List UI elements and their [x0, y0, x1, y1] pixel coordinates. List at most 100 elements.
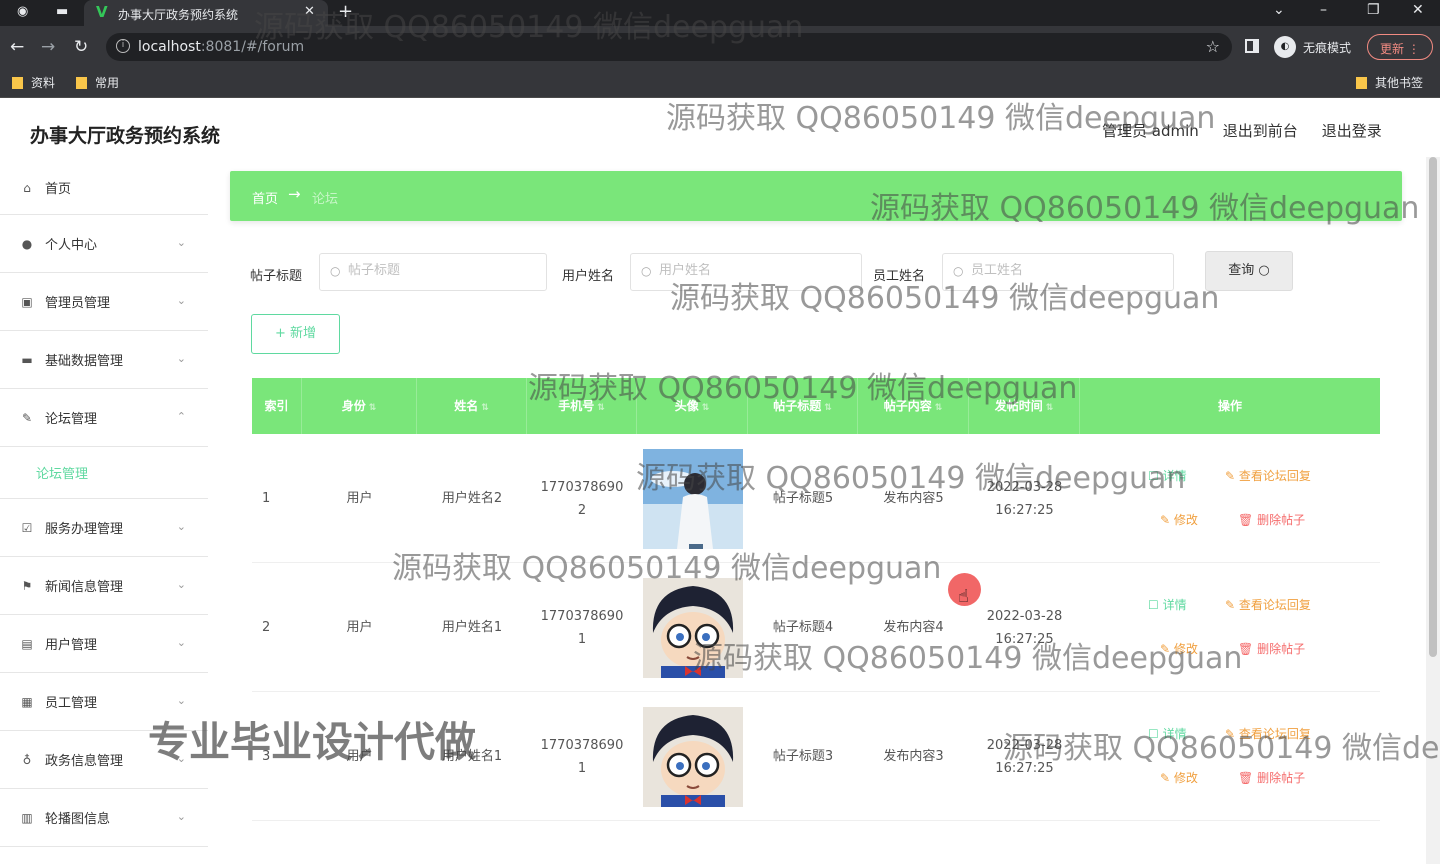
bookmark-folder-ziliao[interactable]: 资料 [12, 74, 55, 91]
view-replies-button[interactable]: ✎ 查看论坛回复 [1225, 725, 1311, 742]
th-label: 帖子标题 [773, 399, 822, 413]
sort-icon[interactable]: ⇅ [935, 403, 943, 413]
cell-title: 帖子标题3 [772, 749, 834, 764]
back-arrow-icon[interactable]: ← [10, 37, 24, 57]
time-clock: 16:27:25 [995, 631, 1054, 647]
delete-label: 删除帖子 [1257, 771, 1306, 785]
browser-tab[interactable]: V 办事大厅政务预约系统 ✕ [84, 0, 328, 26]
table-header: 索引 身份 ⇅ 姓名 ⇅ 手机号 ⇅ 头像 ⇅ 帖子标题 ⇅ 帖子内容 ⇅ 发帖时间 ⇅ 操作 [252, 378, 1380, 434]
restore-icon[interactable]: ❐ [1367, 2, 1380, 18]
sidebar-item-news[interactable]: ⚑ 新闻信息管理 ⌄ [0, 557, 208, 615]
edit-button[interactable]: ✎ 修改 [1160, 769, 1198, 786]
sort-icon[interactable]: ⇅ [702, 403, 710, 413]
forward-arrow-icon[interactable]: → [41, 37, 55, 57]
cell-content: 发布内容5 [883, 491, 944, 506]
add-button[interactable]: + 新增 [251, 314, 340, 354]
delete-button[interactable]: 🗑 删除帖子 [1238, 511, 1305, 528]
bookmark-star-icon[interactable]: ☆ [1206, 37, 1220, 56]
user-search-input[interactable] [659, 263, 839, 278]
detail-button[interactable]: ☐ 详情 [1148, 467, 1187, 484]
cell-avatar [637, 692, 748, 821]
window-close-icon[interactable]: ✕ [1412, 2, 1424, 18]
incognito-label: 无痕模式 [1303, 41, 1352, 55]
sort-icon[interactable]: ⇅ [481, 403, 489, 413]
update-label: 更新 [1380, 42, 1405, 56]
detail-label: 详情 [1162, 469, 1187, 483]
sidebar-item-users[interactable]: ▤ 用户管理 ⌄ [0, 615, 208, 673]
cell-time: 2022-03-28 16:27:25 [969, 563, 1080, 692]
th-actions: 操作 [1080, 378, 1380, 434]
logout-link[interactable]: 退出登录 [1322, 120, 1382, 141]
staff-search-field[interactable]: ○ [942, 253, 1174, 291]
other-bookmarks[interactable]: 其他书签 [1356, 74, 1423, 91]
delete-label: 删除帖子 [1257, 642, 1306, 656]
th-avatar[interactable]: 头像 ⇅ [637, 378, 748, 434]
tab-close-icon[interactable]: ✕ [304, 4, 315, 19]
minimize-icon[interactable]: – [1320, 2, 1327, 18]
update-button[interactable]: 更新 ⋮ [1367, 34, 1433, 60]
sidebar-item-service[interactable]: ☑ 服务办理管理 ⌄ [0, 499, 208, 557]
edit-button[interactable]: ✎ 修改 [1160, 640, 1198, 657]
incognito-icon[interactable]: ◐ [1274, 36, 1296, 58]
th-time[interactable]: 发帖时间 ⇅ [969, 378, 1080, 434]
back-to-front-link[interactable]: 退出到前台 [1223, 120, 1298, 141]
detail-button[interactable]: ☐ 详情 [1148, 596, 1187, 613]
time-clock: 16:27:25 [995, 760, 1054, 776]
sort-icon[interactable]: ⇅ [597, 403, 605, 413]
page-scrollbar[interactable] [1426, 157, 1440, 864]
view-replies-button[interactable]: ✎ 查看论坛回复 [1225, 467, 1311, 484]
scrollbar-thumb[interactable] [1429, 157, 1437, 657]
th-index[interactable]: 索引 [252, 378, 302, 434]
sidebar-item-forum[interactable]: ✎ 论坛管理 ⌃ [0, 389, 208, 447]
side-panel-icon[interactable] [1245, 39, 1259, 53]
title-search-input[interactable] [348, 263, 528, 278]
sidebar-subitem-forum[interactable]: 论坛管理 [0, 447, 208, 499]
tab-search-icon[interactable]: ▬ [56, 4, 68, 19]
sidebar-item-home[interactable]: ⌂ 首页 [0, 161, 208, 215]
sort-icon[interactable]: ⇅ [1046, 403, 1054, 413]
folder-icon [76, 76, 87, 89]
th-phone[interactable]: 手机号 ⇅ [527, 378, 637, 434]
url-omnibox[interactable]: i localhost:8081/#/forum ☆ [106, 33, 1232, 61]
reload-icon[interactable]: ↻ [74, 37, 88, 57]
th-label: 手机号 [558, 399, 595, 413]
top-links: 管理员 admin 退出到前台 退出登录 [1102, 120, 1382, 141]
site-info-icon[interactable]: i [116, 39, 130, 53]
delete-button[interactable]: 🗑 删除帖子 [1238, 769, 1305, 786]
user-search-label: 用户姓名 [562, 269, 615, 284]
browser-menu-icon[interactable]: ◉ [17, 4, 28, 19]
th-role[interactable]: 身份 ⇅ [302, 378, 417, 434]
chevron-down-icon: ⌄ [176, 520, 186, 533]
sidebar-item-carousel[interactable]: ▥ 轮播图信息 ⌄ [0, 789, 208, 847]
query-button[interactable]: 查询 ○ [1205, 251, 1293, 291]
detail-button[interactable]: ☐ 详情 [1148, 725, 1187, 742]
staff-search-input[interactable] [971, 263, 1151, 278]
user-search-field[interactable]: ○ [630, 253, 862, 291]
url-text[interactable]: localhost:8081/#/forum [138, 39, 304, 55]
tab-list-chevron-icon[interactable]: ⌄ [1273, 2, 1285, 18]
th-title[interactable]: 帖子标题 ⇅ [748, 378, 858, 434]
avatar-conan-image[interactable] [642, 706, 743, 807]
sort-icon[interactable]: ⇅ [369, 403, 377, 413]
document-icon: ▤ [21, 636, 33, 651]
arrow-right-icon: → [288, 185, 301, 203]
breadcrumb-home[interactable]: 首页 [252, 188, 278, 207]
edit-button[interactable]: ✎ 修改 [1160, 511, 1198, 528]
sidebar-item-basic-data[interactable]: ▬ 基础数据管理 ⌄ [0, 331, 208, 389]
flag-icon: ⚑ [21, 578, 33, 593]
edit-icon: ✎ [21, 410, 33, 425]
sort-icon[interactable]: ⇅ [824, 403, 832, 413]
bookmark-folder-changyong[interactable]: 常用 [76, 74, 119, 91]
delete-button[interactable]: 🗑 删除帖子 [1238, 640, 1305, 657]
new-tab-icon[interactable]: + [338, 1, 353, 22]
title-search-field[interactable]: ○ [319, 253, 547, 291]
sidebar-item-admin[interactable]: ▣ 管理员管理 ⌄ [0, 273, 208, 331]
sidebar-item-personal[interactable]: ● 个人中心 ⌄ [0, 215, 208, 273]
avatar-boy-image[interactable] [642, 448, 743, 549]
view-replies-button[interactable]: ✎ 查看论坛回复 [1225, 596, 1311, 613]
search-form: 帖子标题 ○ 用户姓名 ○ 员工姓名 ○ 查询 ○ [250, 251, 1380, 293]
avatar-conan-image[interactable] [642, 577, 743, 678]
th-content[interactable]: 帖子内容 ⇅ [858, 378, 969, 434]
th-name[interactable]: 姓名 ⇅ [417, 378, 527, 434]
phone-line: 1770378690 [540, 479, 624, 495]
